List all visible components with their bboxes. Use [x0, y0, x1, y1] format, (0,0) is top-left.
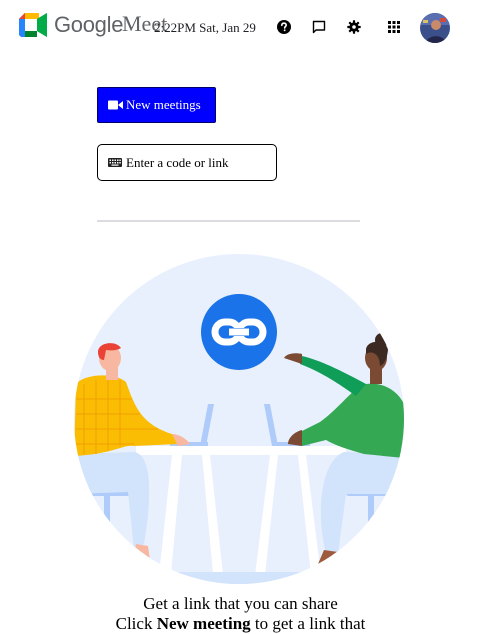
meeting-code-placeholder: Enter a code or link — [126, 154, 229, 170]
settings-icon[interactable] — [346, 19, 362, 35]
caption-sub-bold: New meeting — [156, 614, 251, 633]
caption-sub-prefix: Click — [115, 614, 157, 633]
new-meeting-button[interactable]: New meetings — [97, 87, 216, 123]
apps-grid-icon[interactable] — [386, 19, 402, 35]
top-bar: Google Meet 2:22PM Sat, Jan 29 — [0, 0, 481, 56]
help-icon[interactable] — [276, 19, 292, 35]
keyboard-icon — [108, 158, 122, 167]
share-link-illustration — [74, 254, 404, 584]
meet-home-page: Google Meet 2:22PM Sat, Jan 29 New meeti… — [0, 0, 481, 634]
account-avatar[interactable] — [420, 13, 450, 43]
date-time: 2:22PM Sat, Jan 29 — [154, 20, 256, 35]
caption-sub-suffix: to get a link that — [250, 614, 366, 633]
brand-google-text: Google — [54, 12, 124, 37]
caption-title: Get a link that you can share — [143, 594, 338, 613]
caption-subtitle: Click New meeting to get a link that — [0, 614, 481, 634]
video-camera-icon — [108, 100, 123, 110]
section-divider — [97, 220, 360, 222]
google-meet-logo-icon — [19, 13, 47, 37]
meeting-code-input[interactable]: Enter a code or link — [97, 144, 277, 181]
feedback-icon[interactable] — [311, 19, 327, 35]
new-meeting-label: New meetings — [126, 97, 201, 112]
